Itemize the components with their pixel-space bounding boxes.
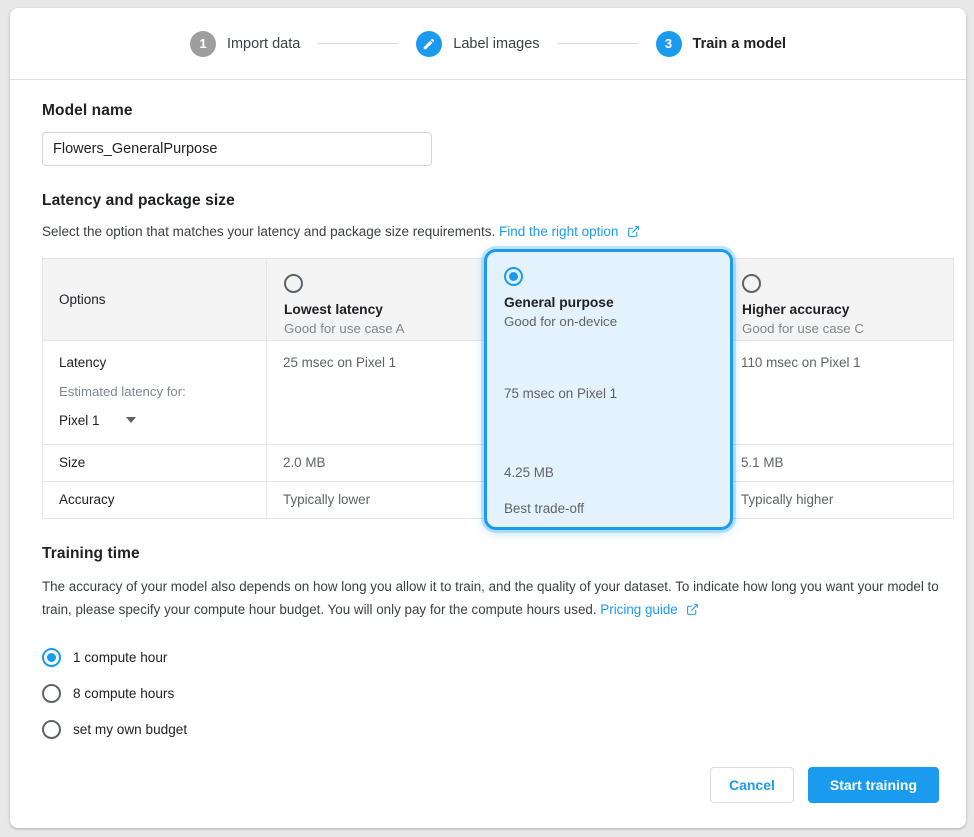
radio-item-set-my-own-budget[interactable]: set my own budget bbox=[42, 711, 934, 747]
external-link-icon[interactable] bbox=[627, 224, 640, 244]
option-subtitle-general-purpose: Good for on-device bbox=[504, 314, 713, 329]
options-header-cell: Options bbox=[43, 258, 267, 340]
cell-size-lowest: 2.0 MB bbox=[267, 444, 496, 481]
step-connector-2 bbox=[558, 43, 638, 44]
cell-accuracy-higher: Typically higher bbox=[725, 481, 954, 518]
pencil-icon bbox=[416, 31, 442, 57]
radio-item-1-compute-hour[interactable]: 1 compute hour bbox=[42, 639, 934, 675]
step-1-label: Import data bbox=[227, 36, 300, 52]
option-column-higher-accuracy[interactable]: Higher accuracy Good for use case C bbox=[725, 258, 954, 340]
option-title-general-purpose: General purpose bbox=[504, 295, 713, 310]
radio-general-purpose-selected[interactable] bbox=[504, 267, 523, 286]
device-select-value: Pixel 1 bbox=[59, 413, 100, 428]
training-time-description-text: The accuracy of your model also depends … bbox=[42, 579, 939, 617]
step-2-label: Label images bbox=[453, 36, 539, 52]
training-time-heading: Training time bbox=[42, 545, 934, 563]
latency-row-title: Latency bbox=[59, 355, 250, 370]
latency-description-text: Select the option that matches your late… bbox=[42, 224, 495, 239]
row-label-accuracy: Accuracy bbox=[43, 481, 267, 518]
wizard-stepper: 1 Import data Label images 3 Train a mod… bbox=[10, 8, 966, 80]
wizard-body: Model name Latency and package size Sele… bbox=[10, 80, 966, 747]
radio-higher-accuracy[interactable] bbox=[742, 274, 761, 293]
external-link-icon-pricing[interactable] bbox=[686, 600, 699, 623]
footer-actions: Cancel Start training bbox=[710, 767, 939, 803]
radio-item-8-compute-hours[interactable]: 8 compute hours bbox=[42, 675, 934, 711]
radio-inner-dot bbox=[47, 653, 56, 662]
option-subtitle-lowest-latency: Good for use case A bbox=[284, 321, 478, 336]
selected-option-card-general-purpose[interactable]: General purpose Good for on-device 75 ms… bbox=[484, 249, 733, 530]
row-label-latency: Latency Estimated latency for: Pixel 1 bbox=[43, 340, 267, 444]
row-label-size: Size bbox=[43, 444, 267, 481]
option-column-lowest-latency[interactable]: Lowest latency Good for use case A bbox=[267, 258, 496, 340]
device-select[interactable]: Pixel 1 bbox=[59, 413, 136, 428]
step-connector-1 bbox=[318, 43, 398, 44]
option-subtitle-higher-accuracy: Good for use case C bbox=[742, 321, 936, 336]
cell-accuracy-general-value: Best trade-off bbox=[504, 501, 584, 516]
cell-latency-lowest: 25 msec on Pixel 1 bbox=[267, 340, 496, 444]
step-train-a-model[interactable]: 3 Train a model bbox=[656, 31, 786, 57]
radio-label-1-compute-hour: 1 compute hour bbox=[73, 650, 167, 665]
cell-size-general-value: 4.25 MB bbox=[504, 465, 554, 480]
chevron-down-icon bbox=[126, 417, 136, 423]
step-1-badge: 1 bbox=[190, 31, 216, 57]
model-name-heading: Model name bbox=[42, 102, 934, 120]
step-3-badge: 3 bbox=[656, 31, 682, 57]
training-time-description: The accuracy of your model also depends … bbox=[42, 575, 950, 624]
radio-inner-dot bbox=[509, 272, 518, 281]
cell-size-higher: 5.1 MB bbox=[725, 444, 954, 481]
cell-latency-general-value: 75 msec on Pixel 1 bbox=[504, 386, 617, 401]
radio-label-set-my-own-budget: set my own budget bbox=[73, 722, 187, 737]
step-label-images[interactable]: Label images bbox=[416, 31, 539, 57]
compute-budget-radio-group: 1 compute hour 8 compute hours set my ow… bbox=[42, 639, 934, 747]
pricing-guide-link[interactable]: Pricing guide bbox=[600, 602, 677, 617]
radio-lowest-latency[interactable] bbox=[284, 274, 303, 293]
radio-1-compute-hour[interactable] bbox=[42, 648, 61, 667]
option-title-higher-accuracy: Higher accuracy bbox=[742, 302, 936, 317]
option-title-lowest-latency: Lowest latency bbox=[284, 302, 478, 317]
option-comparison-table-wrap: Options Lowest latency Good for use case… bbox=[42, 258, 934, 519]
step-3-label: Train a model bbox=[693, 36, 786, 52]
find-the-right-option-link[interactable]: Find the right option bbox=[499, 224, 618, 239]
radio-set-my-own-budget[interactable] bbox=[42, 720, 61, 739]
start-training-button[interactable]: Start training bbox=[808, 767, 939, 803]
cell-latency-higher: 110 msec on Pixel 1 bbox=[725, 340, 954, 444]
radio-8-compute-hours[interactable] bbox=[42, 684, 61, 703]
latency-row-subtitle: Estimated latency for: bbox=[59, 384, 250, 399]
cancel-button[interactable]: Cancel bbox=[710, 767, 794, 803]
radio-label-8-compute-hours: 8 compute hours bbox=[73, 686, 174, 701]
latency-description: Select the option that matches your late… bbox=[42, 222, 934, 244]
training-wizard-card: 1 Import data Label images 3 Train a mod… bbox=[10, 8, 966, 828]
cell-accuracy-lowest: Typically lower bbox=[267, 481, 496, 518]
latency-heading: Latency and package size bbox=[42, 192, 934, 210]
model-name-input[interactable] bbox=[42, 132, 432, 166]
step-import-data[interactable]: 1 Import data bbox=[190, 31, 300, 57]
